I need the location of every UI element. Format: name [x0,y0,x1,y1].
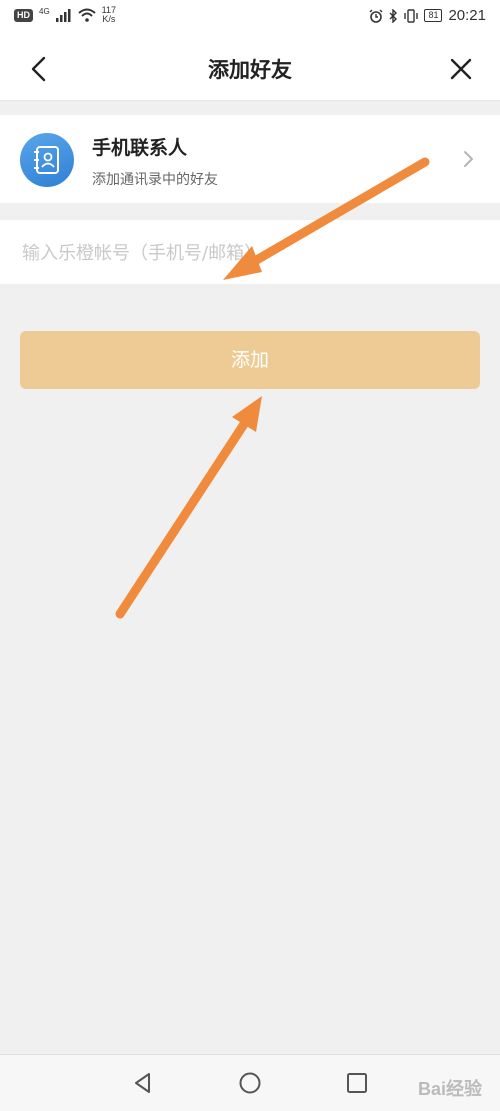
nav-home-icon[interactable] [237,1070,263,1096]
contacts-subtitle: 添加通讯录中的好友 [92,172,218,188]
bluetooth-icon [389,8,398,23]
page-title: 添加好友 [208,58,292,82]
vibrate-icon [404,8,419,23]
phone-contacts-row[interactable]: 手机联系人 添加通讯录中的好友 [0,115,500,203]
hd-badge: HD [14,8,33,22]
signal-icon [55,8,71,22]
close-icon[interactable] [444,52,478,86]
status-bar: HD 4G 117 K/s 81 20:21 [0,0,500,34]
network-type: 4G [39,6,50,16]
status-time: 20:21 [448,7,486,24]
app-bar: 添加好友 [0,34,500,101]
add-button[interactable]: 添加 [20,331,480,389]
contacts-title: 手机联系人 [92,137,188,159]
network-speed: 117 K/s [102,6,116,24]
system-nav-bar: Bai经验 [0,1054,500,1111]
account-input-row [0,220,500,286]
nav-back-icon[interactable] [130,1070,156,1096]
battery-icon: 81 [424,9,443,22]
wifi-icon [78,8,96,22]
account-input[interactable] [20,220,484,286]
arrow-to-add-button [115,396,262,619]
watermark: Bai经验 [417,1079,482,1099]
chevron-right-icon [464,151,473,167]
status-right: 81 20:21 [369,7,486,24]
contacts-book-icon [20,133,74,187]
alarm-icon [369,9,383,23]
nav-recents-icon[interactable] [344,1070,370,1096]
status-left: HD 4G 117 K/s [14,6,116,24]
speed-unit: K/s [102,14,116,24]
